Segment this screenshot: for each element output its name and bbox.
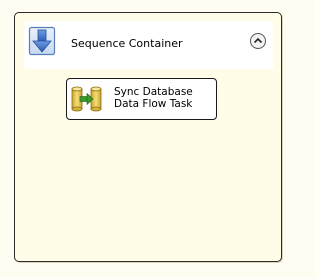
sync-database-data-flow-task[interactable]: Sync Database Data Flow Task	[66, 78, 217, 120]
sequence-container[interactable]: Sequence Container Sync Database Data Fl…	[14, 12, 282, 262]
sequence-container-icon	[28, 26, 56, 56]
task-label-line2: Data Flow Task	[114, 98, 193, 110]
data-flow-task-icon	[71, 86, 102, 112]
task-label: Sync Database Data Flow Task	[114, 86, 193, 110]
design-canvas[interactable]: Sequence Container Sync Database Data Fl…	[0, 0, 314, 279]
sequence-container-header[interactable]: Sequence Container	[24, 21, 274, 69]
collapse-chevron-up-icon[interactable]	[249, 32, 267, 50]
task-label-line1: Sync Database	[114, 86, 193, 98]
sequence-container-title: Sequence Container	[71, 37, 183, 50]
